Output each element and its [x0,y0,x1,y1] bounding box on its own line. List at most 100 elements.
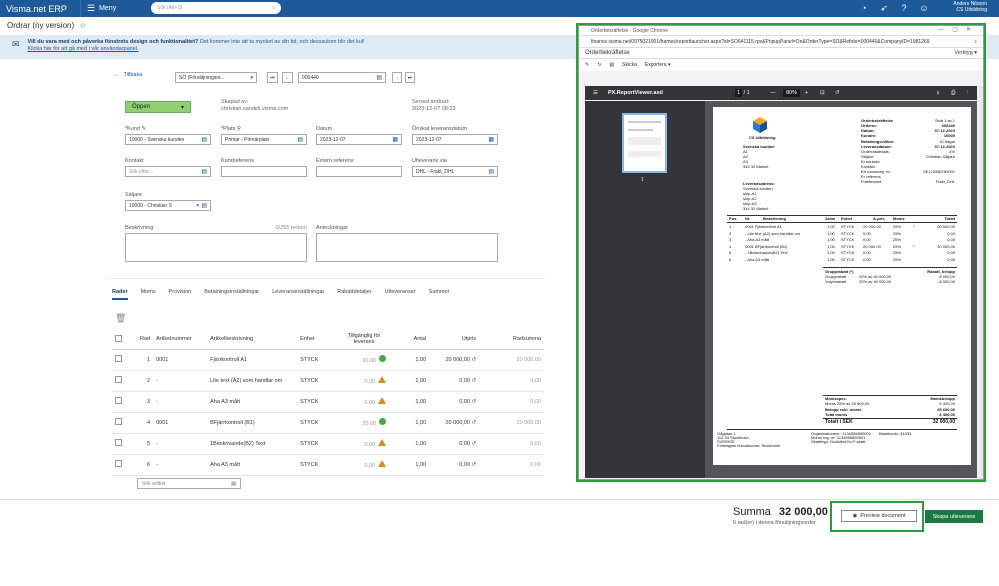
artnr-value[interactable]: - [156,441,158,447]
tab-rader[interactable]: Rader [112,289,128,300]
download-icon[interactable]: ⭳ [937,89,939,98]
price-reset-icon[interactable]: ↺ [470,357,476,363]
tab-moms[interactable]: Moms [141,289,156,300]
app-brand[interactable]: Visma.net ERP [0,4,80,14]
star-icon[interactable]: ☆ [79,21,86,30]
kontakt-input[interactable]: Sök efter... ▤ [125,166,211,177]
clear-icon[interactable]: ✕ ▤ [196,202,207,209]
kundref-input[interactable] [221,166,307,177]
print-icon[interactable]: ▤ [609,62,614,68]
saljare-input[interactable]: 10000 - Christian S ✕ ▤ [125,200,211,211]
more-icon[interactable]: ⋮ [965,90,971,96]
artnr-value[interactable]: 0001 [156,420,168,426]
order-number-input[interactable]: 000440 ▤ [298,72,386,83]
select-all-checkbox[interactable] [115,334,122,342]
artnr-value[interactable]: - [156,399,158,405]
search-icon[interactable]: ⌕ [974,39,977,45]
row-checkbox[interactable] [115,418,122,425]
beskr-textarea[interactable] [125,233,307,262]
popup-url-bar[interactable]: finance.visma.net/0975021001/frames/repo… [579,35,983,47]
chat-icon[interactable]: ◔ [859,3,869,13]
order-type-select[interactable]: SO (Försäljningsor... ▾ [175,72,257,83]
doc-lines-1-antal: 1,00 [827,230,835,236]
print-icon[interactable]: ⎙ [951,90,955,97]
row-checkbox[interactable] [115,460,122,467]
last-record-button[interactable]: ⏭ [405,72,415,83]
price-reset-icon[interactable]: ↺ [470,420,476,426]
cell-antal: 1,00 [389,391,430,413]
antek-textarea[interactable] [316,233,498,262]
status-select[interactable]: Öppen ▾ [125,101,191,113]
tab-rabatt[interactable]: Rabattdetaljer [337,289,371,300]
row-select-cell [112,349,137,371]
tab-utleveranser[interactable]: Utleveranser [384,289,415,300]
col-antal: Antal [389,330,430,350]
kund-input[interactable]: 10000 - Svenska kunden ▤ [125,134,211,145]
popup-scrollbar[interactable] [979,86,983,479]
window-controls[interactable]: —▢✕ [938,26,979,33]
extref-input[interactable] [316,166,402,177]
doc-lines-4-pos: 5 [729,250,732,255]
kontakt-placeholder: Sök efter... [129,168,153,175]
price-reset-icon[interactable]: ↺ [470,378,476,384]
back-link[interactable]: ← Tillbaka [114,72,142,78]
page-current[interactable]: 1 [735,89,743,97]
levvia-input[interactable]: DHL - Frakt_DHL ▤ [412,166,498,177]
global-search-input[interactable]: Sök (Alt+S) ⌕ [151,2,281,14]
artnr-value[interactable]: 0001 [156,357,168,363]
next-record-button[interactable]: → [392,72,402,83]
doc-cust_city: 344 32 Malmö [743,164,769,169]
exportera-button[interactable]: Exportera ▾ [645,62,671,68]
fit-page-icon[interactable]: ⊡ [820,90,825,96]
cell-beskr: Aha A3 mått [207,391,298,413]
zoom-level[interactable]: 80% [783,89,801,97]
skapa-utleverans-button[interactable]: Skapa utleverans [925,510,983,523]
menu-button[interactable]: ☰ Meny [80,0,122,17]
price-reset-icon[interactable]: ↺ [470,462,476,468]
edit-icon[interactable]: ✎ [142,126,147,132]
table-row[interactable]: 4 0001 BFjärrkontroll (B1) STYCK 20,00 1,00 20… [112,412,544,434]
lev-datum-input[interactable]: 2023-12-07 ▦ [412,134,498,145]
page-thumbnail[interactable] [622,113,667,173]
edit-icon[interactable]: ✎ [585,62,589,68]
skicka-button[interactable]: Skicka [622,62,637,68]
user-info[interactable]: Anders Nilsson CS Utbildning [953,1,987,13]
hamburger-icon[interactable]: ☰ [593,90,598,96]
plats-input[interactable]: Primär - Primärplats ▤ [221,134,307,145]
datum-input[interactable]: 2023-12-07 ▦ [316,134,402,145]
table-row[interactable]: 1 0001 Fjärrkontroll A1 STYCK 20,00 1,00 20 00… [112,349,544,371]
tab-provision[interactable]: Provision [169,289,192,300]
zoom-in-icon[interactable]: + [805,90,808,96]
article-search-input[interactable]: Sök artikel ▤ [137,478,241,489]
preview-document-button[interactable]: ◉ Preview document [841,510,917,522]
tab-betalning[interactable]: Betalningsinställningar [204,289,259,300]
artnr-value[interactable]: - [156,462,158,468]
row-checkbox[interactable] [115,397,122,404]
cell-radsumma: 0,00 [479,391,544,413]
table-row[interactable]: 2- Lite text (A2) som handlar om STYCK 0,00… [112,370,544,392]
antek-label: Anteckningar [316,225,349,231]
zoom-out-icon[interactable]: — [770,90,776,96]
help-icon[interactable]: ? [899,3,909,13]
row-checkbox[interactable] [115,439,122,446]
rocket-icon[interactable]: ➶ [879,3,889,13]
refresh-icon[interactable]: ↻ [597,62,601,68]
table-row[interactable]: 6- Aha A3 mått STYCK 0,00 1,00 0,00 ↺ 0,00 [112,454,544,476]
prev-record-button[interactable]: ← [282,72,293,83]
table-row[interactable]: 5-1Beskrivande(B2) Text STYCK 0,00 1,00 0,00… [112,433,544,455]
first-record-button[interactable]: ⏮ [267,72,278,83]
verktyg-menu[interactable]: Verktyg ▾ [954,50,977,56]
price-reset-icon[interactable]: ↺ [470,441,476,447]
trash-icon[interactable]: 🗑 [115,313,126,324]
table-row[interactable]: 3- Aha A3 mått STYCK 0,00 1,00 0,00 ↺ 0,00 [112,391,544,413]
rotate-icon[interactable]: ↺ [835,90,840,96]
doc-cols-moms: Moms [893,216,905,221]
tab-leverans[interactable]: Leveransinställningar [272,289,324,300]
tab-summor[interactable]: Summor [429,289,450,300]
banner-link[interactable]: Klicka här för att gå med i vår användar… [28,46,365,53]
price-reset-icon[interactable]: ↺ [470,399,476,405]
row-checkbox[interactable] [115,355,122,362]
user-icon[interactable]: ☺ [919,3,929,13]
artnr-value[interactable]: - [156,378,158,384]
row-checkbox[interactable] [115,376,122,383]
